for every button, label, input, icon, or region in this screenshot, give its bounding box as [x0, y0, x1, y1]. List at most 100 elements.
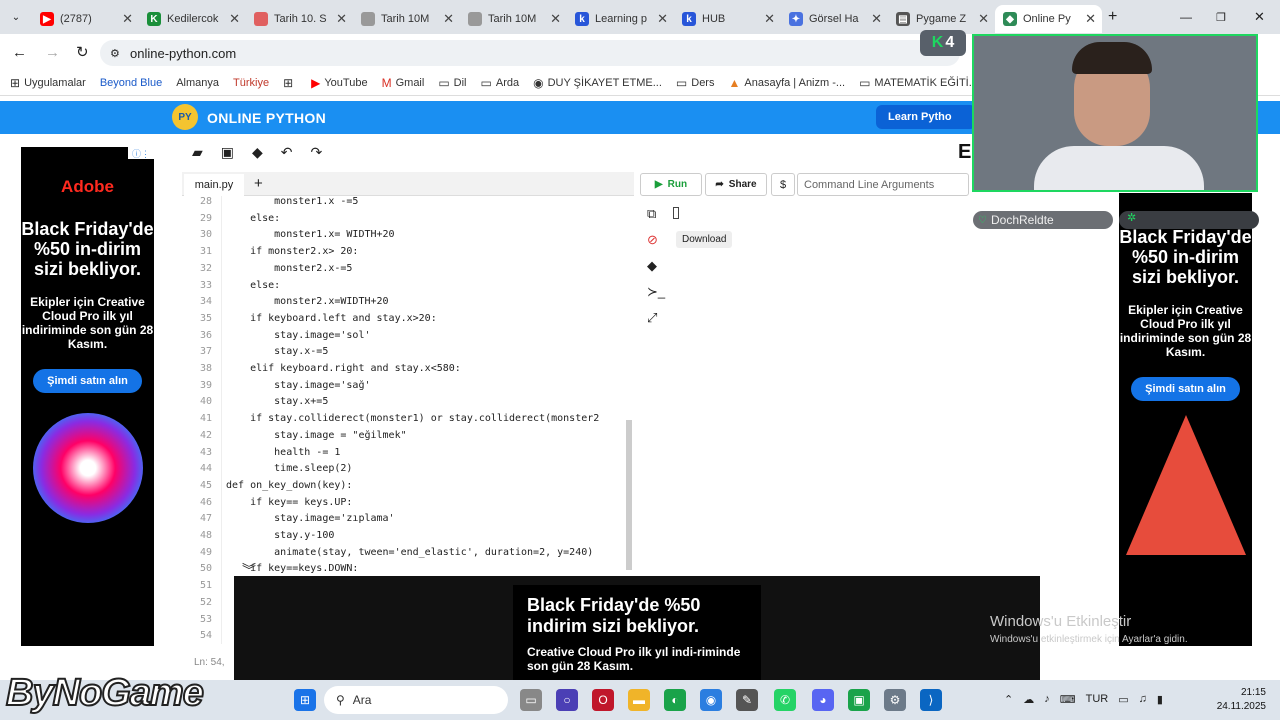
- bookmark-item[interactable]: Almanya: [176, 77, 219, 89]
- code-line[interactable]: stay.image='zıplama': [226, 513, 394, 524]
- bookmark-item[interactable]: ⊞ Uygulamalar: [10, 76, 86, 90]
- mic-icon[interactable]: ♪: [1044, 693, 1050, 706]
- code-line[interactable]: stay.x-=5: [226, 346, 328, 357]
- close-icon[interactable]: ✕: [122, 11, 133, 27]
- editor-scrollbar[interactable]: [626, 420, 632, 570]
- pen-icon[interactable]: ✎: [736, 689, 758, 711]
- copy-icon[interactable]: ⧉: [647, 206, 667, 222]
- bookmark-item[interactable]: ▭ MATEMATİK EĞİTİ...: [859, 76, 978, 90]
- close-icon[interactable]: ✕: [1085, 11, 1096, 27]
- bookmark-item[interactable]: Türkiye: [233, 77, 269, 89]
- file-explorer-icon[interactable]: ▬: [628, 689, 650, 711]
- site-title[interactable]: ONLINE PYTHON: [207, 110, 326, 126]
- whatsapp-icon[interactable]: ✆: [774, 689, 796, 711]
- code-line[interactable]: else:: [226, 280, 280, 291]
- browser-tab[interactable]: ✦ Görsel Ha ✕: [781, 5, 888, 33]
- download-icon[interactable]: ⊘: [647, 232, 667, 248]
- close-icon[interactable]: ✕: [764, 11, 775, 27]
- line-icon[interactable]: ◐: [664, 689, 686, 711]
- command-line-args-input[interactable]: Command Line Arguments: [797, 173, 969, 196]
- volume-icon[interactable]: ♫: [1139, 693, 1147, 706]
- app-icon[interactable]: ○: [556, 689, 578, 711]
- keyboard-icon[interactable]: ⌨: [1060, 693, 1076, 706]
- close-icon[interactable]: ✕: [229, 11, 240, 27]
- code-line[interactable]: elif keyboard.right and stay.x<580:: [226, 363, 461, 374]
- code-line[interactable]: if stay.colliderect(monster1) or stay.co…: [226, 413, 599, 424]
- code-line[interactable]: animate(stay, tween='end_elastic', durat…: [226, 547, 593, 558]
- right-ad-banner[interactable]: Black Friday'de %50 in-dirim sizi bekliy…: [1119, 193, 1252, 646]
- code-line[interactable]: monster1.x -=5: [226, 196, 358, 207]
- close-icon[interactable]: ✕: [550, 11, 561, 27]
- ad-choices-icon[interactable]: ⓘ⋮: [128, 147, 154, 159]
- bookmark-item[interactable]: M Gmail: [382, 76, 425, 90]
- url-field[interactable]: ⚙ online-python.com: [100, 40, 960, 66]
- game-icon[interactable]: ▣: [848, 689, 870, 711]
- new-tab-button[interactable]: +: [1108, 8, 1117, 26]
- site-info-icon[interactable]: ⚙: [110, 47, 120, 60]
- network-icon[interactable]: ▭: [1118, 693, 1128, 706]
- code-line[interactable]: time.sleep(2): [226, 463, 352, 474]
- browser-tab[interactable]: ▤ Pygame Z ✕: [888, 5, 995, 33]
- bookmark-item[interactable]: ◉ DUY ŞİKAYET ETME...: [533, 76, 662, 90]
- redo-icon[interactable]: ↷: [311, 144, 323, 161]
- learn-python-button[interactable]: Learn Pytho: [876, 105, 976, 129]
- code-line[interactable]: health -= 1: [226, 447, 340, 458]
- share-button[interactable]: ➦ Share: [705, 173, 767, 196]
- chevron-up-icon[interactable]: ⌃: [1004, 693, 1013, 706]
- close-icon[interactable]: ✕: [336, 11, 347, 27]
- save-icon[interactable]: ▣: [221, 144, 234, 161]
- browser-tab[interactable]: k HUB ✕: [674, 5, 781, 33]
- bookmark-item[interactable]: ▭ Arda: [481, 76, 520, 90]
- opera-icon[interactable]: O: [592, 689, 614, 711]
- maximize-button[interactable]: ❐: [1216, 11, 1226, 24]
- code-line[interactable]: stay.image='sağ': [226, 380, 370, 391]
- tab-search-icon[interactable]: ⌄: [0, 12, 32, 23]
- code-line[interactable]: monster1.x= WIDTH+20: [226, 229, 394, 240]
- taskbar-search[interactable]: ⚲ Ara: [324, 686, 508, 714]
- close-icon[interactable]: ✕: [871, 11, 882, 27]
- left-ad-banner[interactable]: Adobe Black Friday'de %50 in-dirim sizi …: [21, 147, 154, 646]
- bookmark-item[interactable]: ▭ Dil: [438, 76, 466, 90]
- vscode-icon[interactable]: ⟩: [920, 689, 942, 711]
- code-line[interactable]: stay.image='sol': [226, 330, 370, 341]
- file-tab-main[interactable]: main.py: [184, 174, 244, 196]
- expand-icon[interactable]: ⤢: [647, 310, 667, 326]
- collapse-chevron-icon[interactable]: ︾: [242, 560, 256, 580]
- start-icon[interactable]: ⊞: [294, 689, 316, 711]
- browser-tab[interactable]: ▶ (2787) ✕: [32, 5, 139, 33]
- close-icon[interactable]: ✕: [443, 11, 454, 27]
- eraser-icon[interactable]: ◆: [647, 258, 667, 274]
- terminal-output[interactable]: [668, 202, 1092, 572]
- close-icon[interactable]: ✕: [978, 11, 989, 27]
- battery-icon[interactable]: ▮: [1157, 693, 1163, 706]
- code-line[interactable]: if monster2.x> 20:: [226, 246, 358, 257]
- settings-icon[interactable]: ⚙: [884, 689, 906, 711]
- bookmark-item[interactable]: ▭ Ders: [676, 76, 715, 90]
- code-line[interactable]: else:: [226, 213, 280, 224]
- minimize-button[interactable]: —: [1180, 10, 1192, 24]
- ad-cta-button[interactable]: Şimdi satın alın: [33, 369, 142, 393]
- code-line[interactable]: stay.y-100: [226, 530, 334, 541]
- bookmark-item[interactable]: Beyond Blue: [100, 77, 162, 89]
- bookmark-item[interactable]: ▲ Anasayfa | Anizm -...: [728, 76, 845, 90]
- code-line[interactable]: def on_key_down(key):: [226, 480, 352, 491]
- code-line[interactable]: monster2.x-=5: [226, 263, 352, 274]
- close-icon[interactable]: ✕: [657, 11, 668, 27]
- discord-icon[interactable]: ◕: [812, 689, 834, 711]
- code-line[interactable]: monster2.x=WIDTH+20: [226, 296, 388, 307]
- undo-icon[interactable]: ↶: [281, 144, 293, 161]
- ad-cta-button[interactable]: Şimdi satın alın: [1131, 377, 1240, 401]
- python-logo-icon[interactable]: PY: [172, 104, 198, 130]
- terminal-icon[interactable]: ≻_: [647, 284, 667, 300]
- dollar-button[interactable]: $: [771, 173, 795, 196]
- browser-tab-active[interactable]: ◆ Online Py ✕: [995, 5, 1102, 33]
- back-icon[interactable]: ←: [12, 44, 27, 61]
- code-line[interactable]: if key== keys.UP:: [226, 497, 352, 508]
- taskbar-clock[interactable]: 21:15 24.11.2025: [1212, 686, 1266, 714]
- forward-icon[interactable]: →: [45, 44, 60, 61]
- bookmark-item[interactable]: ⊞: [283, 76, 297, 90]
- code-line[interactable]: stay.x+=5: [226, 396, 328, 407]
- code-line[interactable]: if keyboard.left and stay.x>20:: [226, 313, 437, 324]
- browser-tab[interactable]: k Learning p ✕: [567, 5, 674, 33]
- browser-tab[interactable]: Tarih 10. S ✕: [246, 5, 353, 33]
